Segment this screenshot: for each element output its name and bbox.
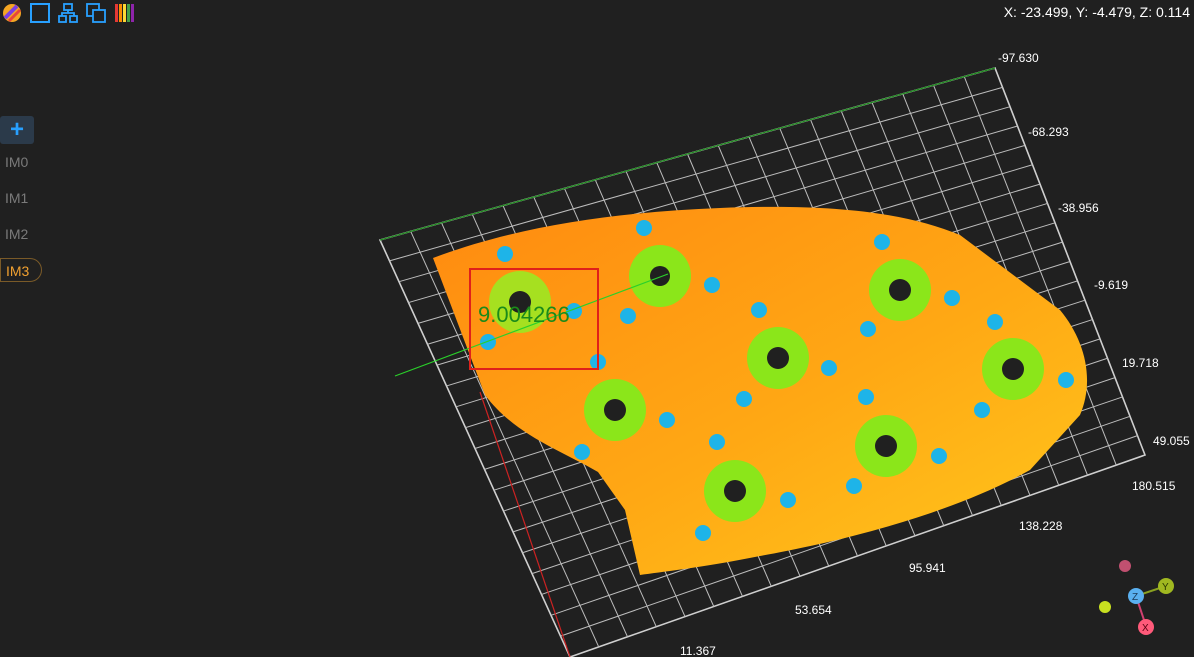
part-surface [433, 206, 1088, 576]
tick-label: 11.367 [680, 644, 716, 657]
surface-mesh [433, 206, 1088, 576]
washer-ring [869, 259, 931, 321]
washer-ring [747, 327, 809, 389]
gizmo-neg-z-handle [1119, 560, 1131, 572]
tick-label: 138.228 [1019, 519, 1063, 533]
tick-label: -9.619 [1094, 278, 1128, 292]
tick-label: 95.941 [909, 561, 946, 575]
gizmo-neg-y-handle [1099, 601, 1111, 613]
tick-label: -68.293 [1028, 125, 1069, 139]
measurement-value: 9.004266 [478, 302, 570, 327]
washer-ring [629, 245, 691, 307]
gizmo-z-label: Z [1132, 592, 1138, 603]
tick-label: 53.654 [795, 603, 832, 617]
3d-viewport[interactable]: 9.004266 -97.630 -68.293 -38.956 -9.619 … [0, 0, 1194, 657]
washer-ring [704, 460, 766, 522]
orientation-gizmo[interactable]: Z Y X [1099, 560, 1174, 635]
washer-ring [855, 415, 917, 477]
tick-label: 180.515 [1132, 479, 1176, 493]
tick-label: 49.055 [1153, 434, 1190, 448]
gizmo-y-label: Y [1162, 582, 1169, 593]
gizmo-x-label: X [1142, 623, 1149, 634]
tick-label: -38.956 [1058, 201, 1099, 215]
tick-label: -97.630 [998, 51, 1039, 65]
tick-label: 19.718 [1122, 356, 1159, 370]
washer-ring [584, 379, 646, 441]
washer-ring [982, 338, 1044, 400]
